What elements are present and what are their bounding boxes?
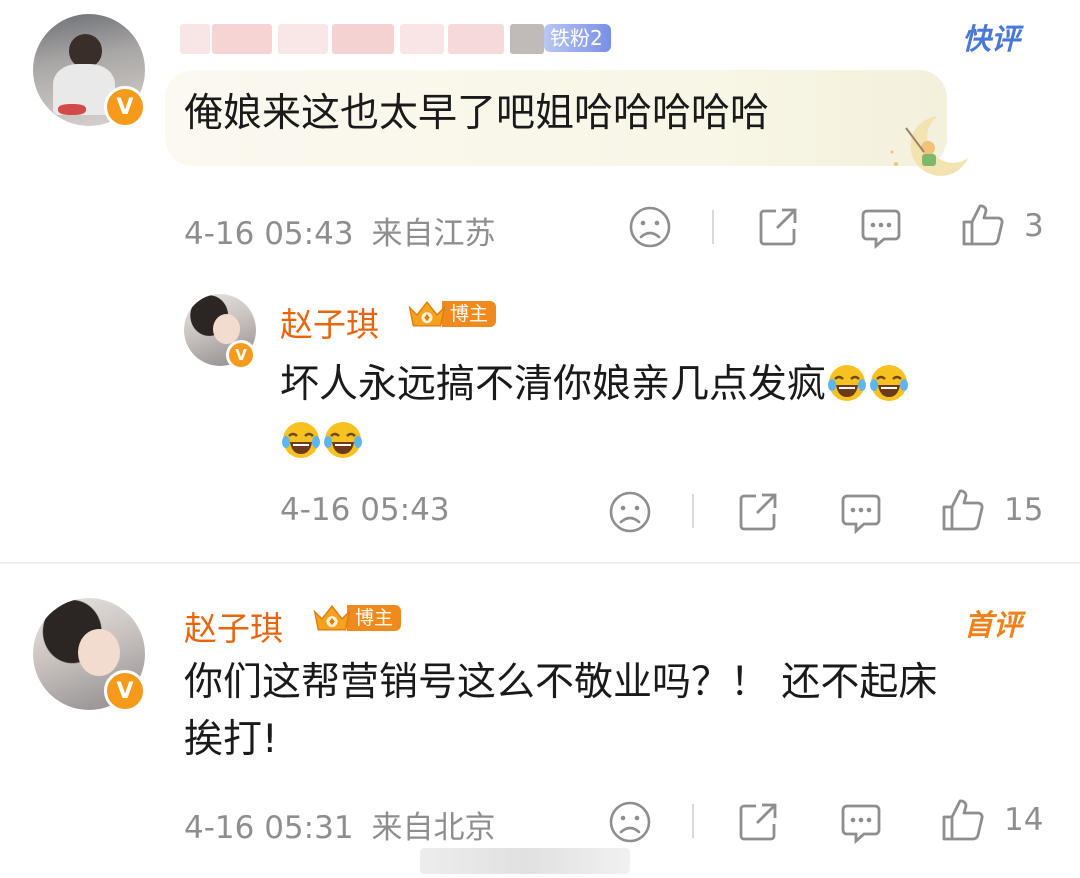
blogger-badge: 博主 <box>406 300 497 328</box>
share-icon[interactable] <box>736 490 780 534</box>
comment-text: 坏人永远搞不清你娘亲几点发疯 <box>280 356 1020 470</box>
laugh-cry-emoji-icon <box>324 422 362 458</box>
like-icon[interactable] <box>940 487 986 533</box>
like-count: 15 <box>1004 492 1044 528</box>
comment-icon[interactable] <box>838 800 884 846</box>
laugh-cry-emoji-icon <box>828 365 867 401</box>
comment-3: V 赵子琪 博主 首评 你们这帮营销号这么不敬业吗？！ 还不起床 挨打! 4-1… <box>0 580 1080 878</box>
sad-face-icon[interactable] <box>628 205 672 249</box>
sad-face-icon[interactable] <box>608 490 652 534</box>
quick-comment-tag: 快评 <box>962 22 1021 56</box>
blurred-username[interactable] <box>180 24 560 54</box>
share-icon[interactable] <box>736 800 780 844</box>
blurred-watermark <box>420 848 630 874</box>
like-count: 3 <box>1024 208 1044 244</box>
like-count: 14 <box>1004 802 1044 838</box>
first-comment-tag: 首评 <box>964 608 1023 642</box>
comment-text: 你们这帮营销号这么不敬业吗？！ 还不起床 挨打! <box>184 660 938 762</box>
location: 来自江苏 <box>371 216 496 252</box>
timestamp: 4-16 05:43 <box>280 492 450 528</box>
verified-v-icon: V <box>226 340 256 370</box>
divider <box>712 210 714 244</box>
comment-icon[interactable] <box>858 205 904 251</box>
crown-icon <box>408 301 446 327</box>
moon-decoration-icon <box>890 116 968 176</box>
location: 来自北京 <box>371 810 496 846</box>
laugh-cry-emoji-icon <box>870 365 909 401</box>
verified-v-icon: V <box>104 670 146 712</box>
comment-text: 俺娘来这也太早了吧姐哈哈哈哈哈 <box>184 91 770 136</box>
divider <box>692 494 694 528</box>
timestamp: 4-16 05:31 来自北京 <box>184 810 496 846</box>
timestamp: 4-16 05:43 来自江苏 <box>184 216 496 252</box>
crown-icon <box>313 605 351 631</box>
fan-badge: 铁粉2 <box>544 24 611 52</box>
laugh-cry-emoji-icon <box>282 422 320 458</box>
verified-v-icon: V <box>104 86 146 128</box>
comment-1: V 铁粉2 快评 俺娘来这也太早了吧姐哈哈哈哈哈 4-16 05:43来自江苏 <box>0 0 1080 262</box>
comment-icon[interactable] <box>838 490 884 536</box>
blogger-badge: 博主 <box>311 604 402 632</box>
like-icon[interactable] <box>960 202 1006 248</box>
share-icon[interactable] <box>756 205 800 249</box>
author-name[interactable]: 赵子琪 <box>280 298 379 346</box>
divider <box>0 562 1080 564</box>
divider <box>692 804 694 838</box>
comment-2-reply: V 赵子琪 博主 坏人永远搞不清你娘亲几点发疯 4-16 05:43 15 <box>0 280 1080 560</box>
author-name[interactable]: 赵子琪 <box>184 602 283 650</box>
sad-face-icon[interactable] <box>608 800 652 844</box>
like-icon[interactable] <box>940 797 986 843</box>
